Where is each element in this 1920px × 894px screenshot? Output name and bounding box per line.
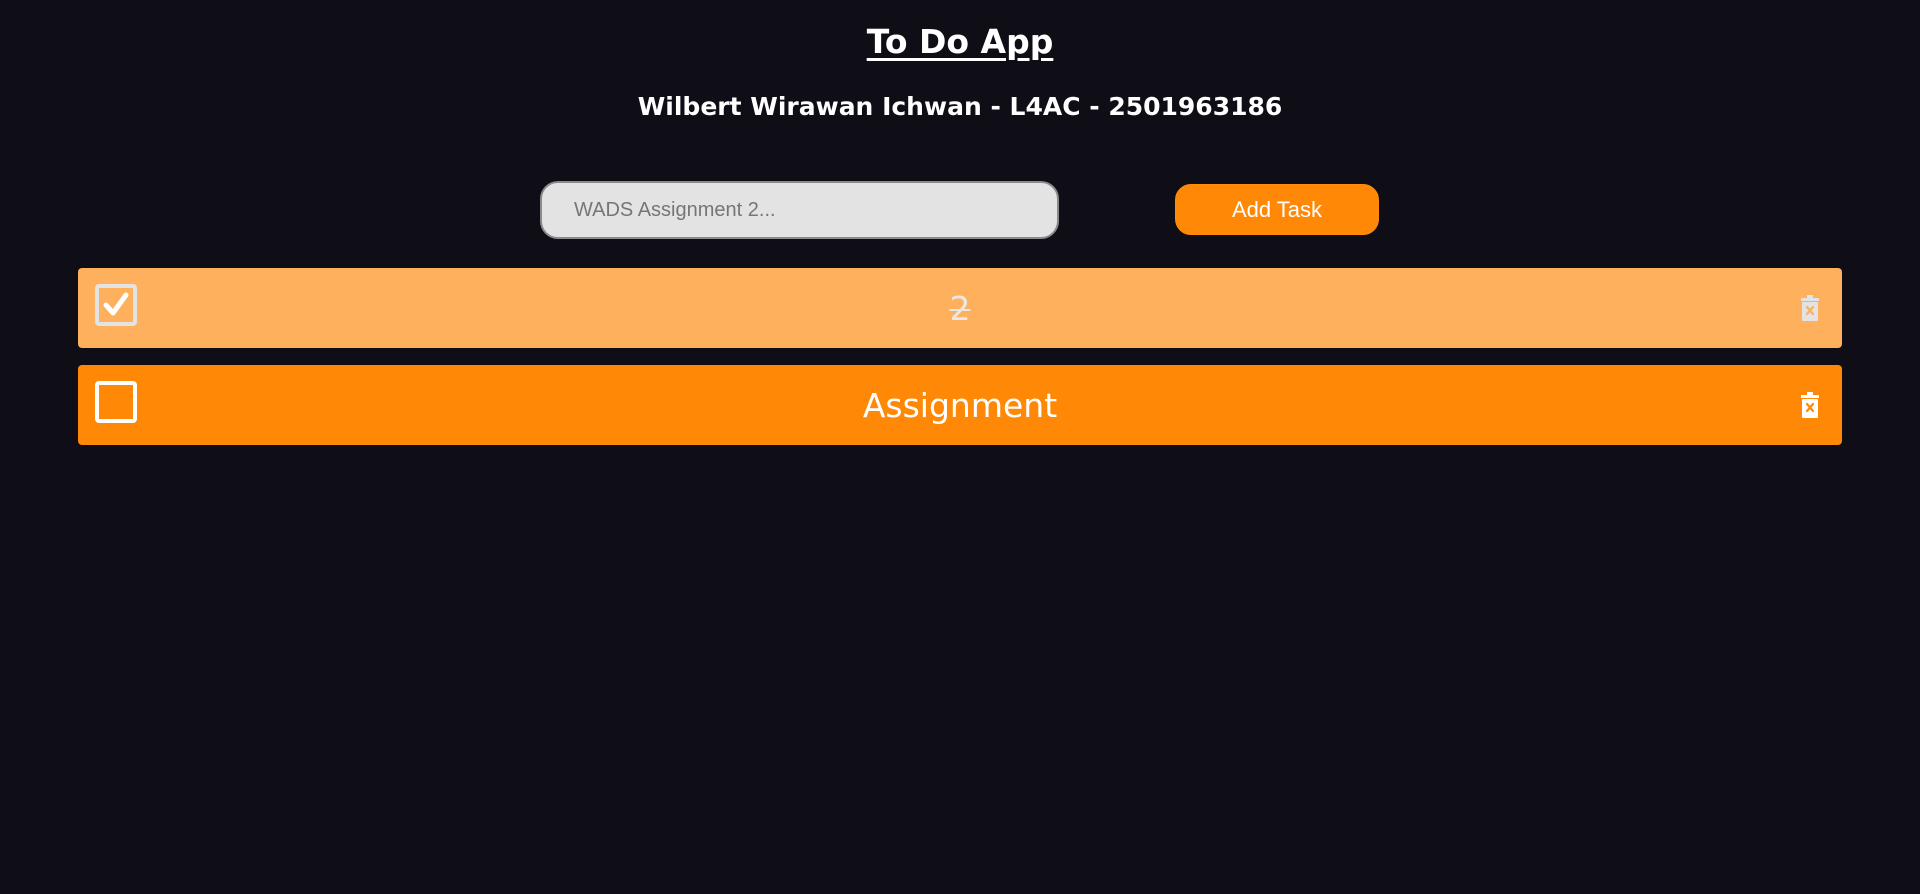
author-subtitle: Wilbert Wirawan Ichwan - L4AC - 25019631…	[637, 92, 1283, 121]
task-item: Assignment	[78, 365, 1842, 445]
task-text: Assignment	[862, 386, 1058, 425]
task-text: 2	[949, 289, 971, 328]
page-title: To Do App	[866, 22, 1054, 61]
task-input[interactable]	[540, 181, 1059, 239]
check-icon	[103, 292, 129, 316]
task-checkbox[interactable]	[95, 381, 137, 423]
task-item: 2	[78, 268, 1842, 348]
trash-icon[interactable]	[1798, 392, 1822, 418]
todo-app: To Do App Wilbert Wirawan Ichwan - L4AC …	[0, 0, 1920, 894]
trash-icon[interactable]	[1798, 295, 1822, 321]
task-checkbox[interactable]	[95, 284, 137, 326]
add-task-button[interactable]: Add Task	[1175, 184, 1379, 235]
